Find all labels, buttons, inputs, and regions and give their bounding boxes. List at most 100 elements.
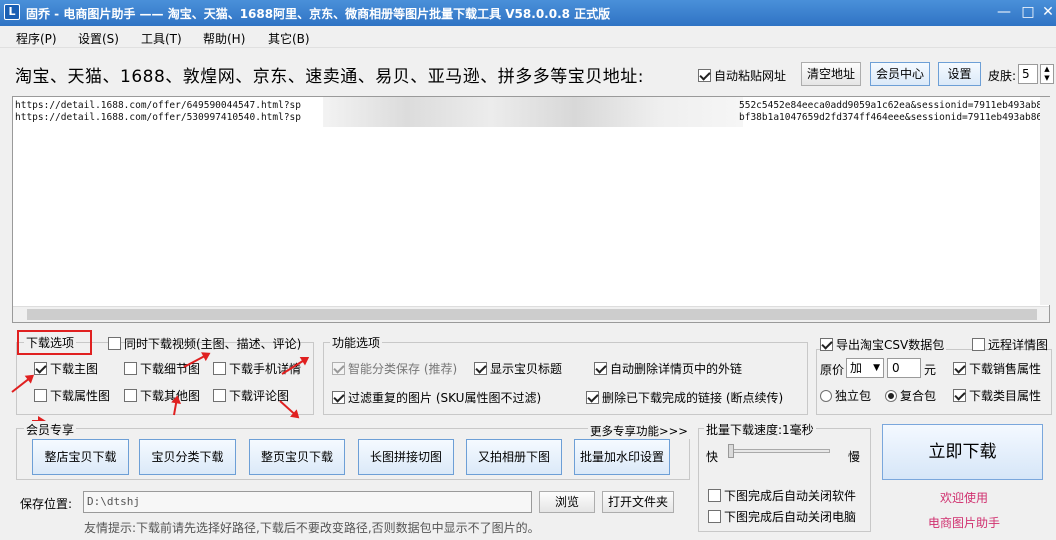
more-features-link[interactable]: 更多专享功能>>> bbox=[588, 423, 690, 439]
radio-circle[interactable] bbox=[820, 389, 832, 402]
filter-duplicate-checkbox[interactable]: 过滤重复的图片 (SKU属性图不过滤) bbox=[332, 389, 541, 406]
checkbox-box[interactable] bbox=[594, 362, 607, 375]
smart-save-label: 智能分类保存 (推荐) bbox=[348, 362, 458, 376]
app-logo-icon: L bbox=[4, 4, 20, 20]
tip-text: 友情提示:下载前请先选择好路径,下载后不要改变路径,否则数据包中显示不了图片的。 bbox=[84, 521, 540, 535]
show-title-checkbox[interactable]: 显示宝贝标题 bbox=[474, 360, 562, 377]
checkbox-box[interactable] bbox=[124, 362, 137, 375]
checkbox-box[interactable] bbox=[474, 362, 487, 375]
url-line: bf38b1a1047659d2fd374ff464eee&sessionid=… bbox=[739, 112, 1048, 123]
menu-settings[interactable]: 设置(S) bbox=[78, 30, 119, 47]
combo-package-radio[interactable]: 复合包 bbox=[885, 387, 936, 404]
download-review-image-checkbox[interactable]: 下载评论图 bbox=[213, 387, 289, 404]
welcome-text: 欢迎使用 bbox=[940, 491, 989, 505]
whole-page-download-button[interactable]: 整页宝贝下载 bbox=[249, 439, 345, 475]
menu-tools[interactable]: 工具(T) bbox=[141, 30, 182, 47]
checkbox-box[interactable] bbox=[124, 389, 137, 402]
main-image-label: 下载主图 bbox=[50, 362, 99, 376]
export-csv-label: 导出淘宝CSV数据包 bbox=[836, 338, 945, 352]
scroll-thumb[interactable] bbox=[27, 309, 1037, 320]
auto-close-software-checkbox[interactable]: 下图完成后自动关闭软件 bbox=[708, 487, 856, 504]
checkbox-box[interactable] bbox=[820, 338, 833, 351]
checkbox-box[interactable] bbox=[332, 362, 345, 375]
checkbox-box[interactable] bbox=[332, 391, 345, 404]
checkbox-box[interactable] bbox=[108, 337, 121, 350]
url-line: https://detail.1688.com/offer/5309974105… bbox=[15, 112, 301, 123]
auto-shutdown-label: 下图完成后自动关闭电脑 bbox=[724, 510, 857, 524]
save-location-label: 保存位置: bbox=[20, 497, 73, 511]
fast-label: 快 bbox=[706, 450, 719, 464]
checkbox-box[interactable] bbox=[586, 391, 599, 404]
checkbox-box[interactable] bbox=[953, 362, 966, 375]
url-line: 552c5452e84eeca0add9059a1c62ea&sessionid… bbox=[739, 100, 1050, 111]
price-input[interactable]: 0 bbox=[887, 358, 921, 378]
long-image-button[interactable]: 长图拼接切图 bbox=[358, 439, 454, 475]
upai-album-button[interactable]: 又拍相册下图 bbox=[466, 439, 562, 475]
site-label: 淘宝、天猫、1688、敦煌网、京东、速卖通、易贝、亚马逊、拼多多等宝贝地址: bbox=[15, 67, 644, 87]
url-line: https://detail.1688.com/offer/6495900445… bbox=[15, 100, 301, 111]
minimize-icon[interactable]: — bbox=[992, 2, 1016, 22]
radio-circle[interactable] bbox=[885, 389, 897, 402]
checkbox-box[interactable] bbox=[34, 389, 47, 402]
close-icon[interactable]: ✕ bbox=[1036, 2, 1056, 22]
vertical-scrollbar[interactable] bbox=[1040, 97, 1056, 305]
price-op-value: 加 bbox=[850, 361, 863, 375]
url-textarea[interactable]: https://detail.1688.com/offer/6495900445… bbox=[12, 96, 1050, 323]
menu-program[interactable]: 程序(P) bbox=[16, 30, 57, 47]
skin-input[interactable]: 5 bbox=[1018, 64, 1038, 84]
auto-close-software-label: 下图完成后自动关闭软件 bbox=[724, 489, 857, 503]
checkbox-box[interactable] bbox=[953, 389, 966, 402]
category-attr-checkbox[interactable]: 下载类目属性 bbox=[953, 387, 1041, 404]
single-package-radio[interactable]: 独立包 bbox=[820, 387, 871, 404]
category-download-button[interactable]: 宝贝分类下载 bbox=[139, 439, 236, 475]
checkbox-box[interactable] bbox=[213, 389, 226, 402]
attr-image-label: 下载属性图 bbox=[50, 389, 111, 403]
auto-shutdown-checkbox[interactable]: 下图完成后自动关闭电脑 bbox=[708, 508, 856, 525]
clear-urls-button[interactable]: 清空地址 bbox=[801, 62, 861, 86]
remote-detail-label: 远程详情图 bbox=[988, 338, 1049, 352]
checkbox-box[interactable] bbox=[708, 489, 721, 502]
remote-detail-checkbox[interactable]: 远程详情图 bbox=[972, 336, 1048, 353]
sales-attr-label: 下载销售属性 bbox=[969, 362, 1042, 376]
smart-save-checkbox[interactable]: 智能分类保存 (推荐) bbox=[332, 360, 457, 377]
open-folder-button[interactable]: 打开文件夹 bbox=[602, 491, 674, 513]
checkbox-box[interactable] bbox=[213, 362, 226, 375]
download-other-image-checkbox[interactable]: 下载其他图 bbox=[124, 387, 200, 404]
settings-button[interactable]: 设置 bbox=[938, 62, 981, 86]
download-video-label: 同时下载视频(主图、描述、评论) bbox=[124, 337, 302, 351]
auto-paste-label: 自动粘贴网址 bbox=[714, 69, 787, 83]
download-attr-image-checkbox[interactable]: 下载属性图 bbox=[34, 387, 110, 404]
checkbox-box[interactable] bbox=[34, 362, 47, 375]
save-path-input[interactable]: D:\dtshj bbox=[83, 491, 532, 513]
checkbox-box[interactable] bbox=[972, 338, 985, 351]
checkbox-box[interactable] bbox=[708, 510, 721, 523]
speed-slider-track[interactable] bbox=[730, 449, 830, 453]
browse-button[interactable]: 浏览 bbox=[539, 491, 595, 513]
price-label: 原价 bbox=[820, 363, 845, 377]
download-main-image-checkbox[interactable]: 下载主图 bbox=[34, 360, 98, 377]
download-now-button[interactable]: 立即下载 bbox=[882, 424, 1043, 480]
combo-package-label: 复合包 bbox=[900, 389, 937, 403]
delete-done-links-checkbox[interactable]: 删除已下载完成的链接 (断点续传) bbox=[586, 389, 783, 406]
menu-help[interactable]: 帮助(H) bbox=[203, 30, 245, 47]
member-center-button[interactable]: 会员中心 bbox=[870, 62, 930, 86]
category-attr-label: 下载类目属性 bbox=[969, 389, 1042, 403]
checkbox-box[interactable] bbox=[698, 69, 711, 82]
speed-title: 批量下载速度:1毫秒 bbox=[704, 421, 816, 438]
chevron-down-icon: ▼ bbox=[873, 363, 880, 373]
export-csv-checkbox[interactable]: 导出淘宝CSV数据包 bbox=[820, 336, 947, 353]
blurred-region bbox=[323, 97, 743, 127]
app-name-text: 电商图片助手 bbox=[928, 516, 1001, 530]
sales-attr-checkbox[interactable]: 下载销售属性 bbox=[953, 360, 1041, 377]
menu-other[interactable]: 其它(B) bbox=[268, 30, 310, 47]
speed-slider-thumb[interactable] bbox=[728, 444, 734, 458]
whole-shop-download-button[interactable]: 整店宝贝下载 bbox=[32, 439, 129, 475]
download-options-title: 下载选项 bbox=[24, 334, 77, 351]
horizontal-scrollbar[interactable] bbox=[13, 306, 1049, 322]
price-op-select[interactable]: 加 ▼ bbox=[846, 358, 884, 378]
batch-watermark-button[interactable]: 批量加水印设置 bbox=[574, 439, 670, 475]
member-title: 会员专享 bbox=[24, 421, 77, 438]
skin-spinner[interactable]: ▲ ▼ bbox=[1040, 64, 1054, 84]
auto-delete-links-checkbox[interactable]: 自动删除详情页中的外链 bbox=[594, 360, 742, 377]
auto-paste-checkbox[interactable]: 自动粘贴网址 bbox=[698, 67, 786, 84]
